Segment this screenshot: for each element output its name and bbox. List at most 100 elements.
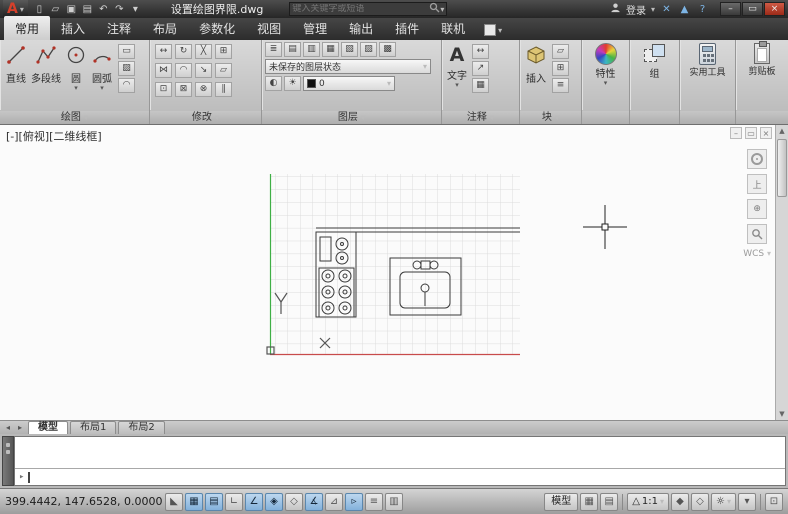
group-button[interactable]: 组 xyxy=(641,42,669,110)
clean-screen-icon[interactable]: ⊡ xyxy=(765,492,783,511)
model-space-button[interactable]: 模型 xyxy=(544,492,579,511)
panel-draw-footer[interactable]: 绘图 ▾ xyxy=(0,110,149,124)
dynamic-ucs-toggle[interactable]: ⊿ xyxy=(325,492,343,511)
scale-icon[interactable]: ▱ xyxy=(215,63,232,78)
table-icon[interactable]: ▦ xyxy=(472,78,489,93)
explode-icon[interactable]: ⊗ xyxy=(195,82,212,97)
object-snap-toggle[interactable]: ◈ xyxy=(265,492,283,511)
quick-view-layouts-icon[interactable]: ▦ xyxy=(580,492,599,511)
navigation-wheel-icon[interactable] xyxy=(747,149,768,169)
tab-plugins[interactable]: 插件 xyxy=(384,16,430,40)
mirror-icon[interactable]: ⋈ xyxy=(155,63,172,78)
tab-parametric[interactable]: 参数化 xyxy=(188,16,246,40)
panel-annotation-footer[interactable]: 注释 ▾ xyxy=(442,110,519,124)
viewport-close-icon[interactable]: × xyxy=(760,127,772,139)
erase-icon[interactable]: ⊠ xyxy=(175,82,192,97)
lineweight-toggle[interactable]: ≡ xyxy=(365,492,383,511)
command-input-row[interactable]: ▸ xyxy=(15,468,785,485)
layer-isolate-icon[interactable]: ▥ xyxy=(303,42,320,57)
redo-icon[interactable]: ↷ xyxy=(112,2,127,17)
tab-output[interactable]: 输出 xyxy=(338,16,384,40)
command-window-grip[interactable] xyxy=(2,436,14,486)
wcs-dropdown[interactable]: WCS ▾ xyxy=(743,249,771,259)
dimension-icon[interactable]: ↔ xyxy=(472,44,489,59)
qat-dropdown-icon[interactable]: ▾ xyxy=(128,2,143,17)
move-icon[interactable]: ↔ xyxy=(155,44,172,59)
ribbon-state-icon[interactable] xyxy=(484,24,497,36)
ortho-mode-toggle[interactable]: ∟ xyxy=(225,492,243,511)
viewport-restore-icon[interactable]: ▭ xyxy=(745,127,757,139)
pan-icon[interactable]: ⊕ xyxy=(747,199,768,219)
tab-annotate[interactable]: 注释 xyxy=(96,16,142,40)
tab-view[interactable]: 视图 xyxy=(246,16,292,40)
properties-caret-icon[interactable]: ▾ xyxy=(604,80,608,87)
circle-caret-icon[interactable]: ▾ xyxy=(74,85,78,92)
rotate-icon[interactable]: ↻ xyxy=(175,44,192,59)
annotation-scale-button[interactable]: △ 1:1 ▾ xyxy=(627,492,670,511)
command-area[interactable]: 指定右上角点 <420.0000,297.0000>: 297,210 命令: … xyxy=(14,436,786,486)
leader-icon[interactable]: ↗ xyxy=(472,61,489,76)
trim-icon[interactable]: ╳ xyxy=(195,44,212,59)
coordinate-display[interactable]: 399.4442, 147.6528, 0.0000 xyxy=(5,495,163,508)
infer-constraints-toggle[interactable]: ◣ xyxy=(165,492,183,511)
layer-sun-icon[interactable]: ☀ xyxy=(284,76,301,91)
tab-layout2[interactable]: 布局2 xyxy=(118,421,165,434)
search-input[interactable] xyxy=(292,4,430,14)
viewport-controls-label[interactable]: [-][俯视][二维线框] xyxy=(6,128,102,144)
layer-lock-icon[interactable]: ▧ xyxy=(341,42,358,57)
window-close-button[interactable]: × xyxy=(764,2,785,16)
tab-model[interactable]: 模型 xyxy=(28,421,68,434)
help-icon[interactable]: ? xyxy=(696,4,709,15)
tab-manage[interactable]: 管理 xyxy=(292,16,338,40)
tab-insert[interactable]: 插入 xyxy=(50,16,96,40)
signin-button[interactable]: 登录 xyxy=(626,2,646,17)
window-restore-button[interactable]: ▭ xyxy=(742,2,763,16)
status-menu-caret-icon[interactable]: ▾ xyxy=(738,492,756,511)
search-binoculars-icon[interactable] xyxy=(429,2,440,16)
grid-display-toggle[interactable]: ▤ xyxy=(205,492,223,511)
insert-block-button[interactable]: 插入 xyxy=(523,42,549,110)
save-icon[interactable]: ▣ xyxy=(64,2,79,17)
line-button[interactable]: 直线 xyxy=(3,42,29,110)
text-caret-icon[interactable]: ▾ xyxy=(455,82,459,89)
tab-layout1[interactable]: 布局1 xyxy=(70,421,117,434)
quick-properties-toggle[interactable]: ▥ xyxy=(385,492,403,511)
scroll-down-arrow[interactable]: ▼ xyxy=(776,408,788,420)
scroll-up-arrow[interactable]: ▲ xyxy=(776,125,788,137)
snap-mode-toggle[interactable]: ▦ xyxy=(185,492,203,511)
tab-layout[interactable]: 布局 xyxy=(142,16,188,40)
layer-state-icon[interactable]: ▤ xyxy=(284,42,301,57)
quick-view-drawings-icon[interactable]: ▤ xyxy=(600,492,619,511)
communication-center-icon[interactable]: ▲ xyxy=(678,4,691,15)
layer-state-dropdown[interactable]: 未保存的图层状态 ▾ xyxy=(265,59,431,74)
drawing-canvas[interactable]: [-][俯视][二维线框] – ▭ × 上 ⊕ WCS ▾ ▲ ▼ xyxy=(0,124,788,420)
copy-icon[interactable]: ⊞ xyxy=(215,44,232,59)
new-icon[interactable]: ▯ xyxy=(32,2,47,17)
layer-bulb-icon[interactable]: ◐ xyxy=(265,76,282,91)
annotation-visibility-icon[interactable]: ◆ xyxy=(671,492,690,511)
layout-scroll-left-icon[interactable]: ◂ xyxy=(2,421,14,434)
layer-dropdown[interactable]: 0 ▾ xyxy=(303,76,395,91)
tab-home[interactable]: 常用 xyxy=(4,16,51,40)
polyline-button[interactable]: 多段线 xyxy=(29,42,63,110)
workspace-switching-button[interactable]: ☼ ▾ xyxy=(711,492,736,511)
array-icon[interactable]: ⊡ xyxy=(155,82,172,97)
exchange-apps-icon[interactable]: ✕ xyxy=(660,4,673,15)
utilities-button[interactable]: 实用工具 xyxy=(687,42,727,110)
ribbon-minimize-caret-icon[interactable]: ▾ xyxy=(498,26,502,35)
signin-caret-icon[interactable]: ▾ xyxy=(651,5,655,14)
recent-commands-icon[interactable]: ▸ xyxy=(19,472,24,482)
window-minimize-button[interactable]: – xyxy=(720,2,741,16)
text-button[interactable]: A 文字 ▾ xyxy=(445,42,469,110)
3d-object-snap-toggle[interactable]: ◇ xyxy=(285,492,303,511)
block-attributes-icon[interactable]: ≡ xyxy=(552,78,569,93)
search-caret-icon[interactable]: ▾ xyxy=(440,5,444,14)
hatch-icon[interactable]: ▨ xyxy=(118,61,135,76)
undo-icon[interactable]: ↶ xyxy=(96,2,111,17)
viewport-minimize-icon[interactable]: – xyxy=(730,127,742,139)
plot-icon[interactable]: ▤ xyxy=(80,2,95,17)
layout-scroll-right-icon[interactable]: ▸ xyxy=(14,421,26,434)
arc-caret-icon[interactable]: ▾ xyxy=(100,85,104,92)
layer-match-icon[interactable]: ▩ xyxy=(379,42,396,57)
rectangle-icon[interactable]: ▭ xyxy=(118,44,135,59)
